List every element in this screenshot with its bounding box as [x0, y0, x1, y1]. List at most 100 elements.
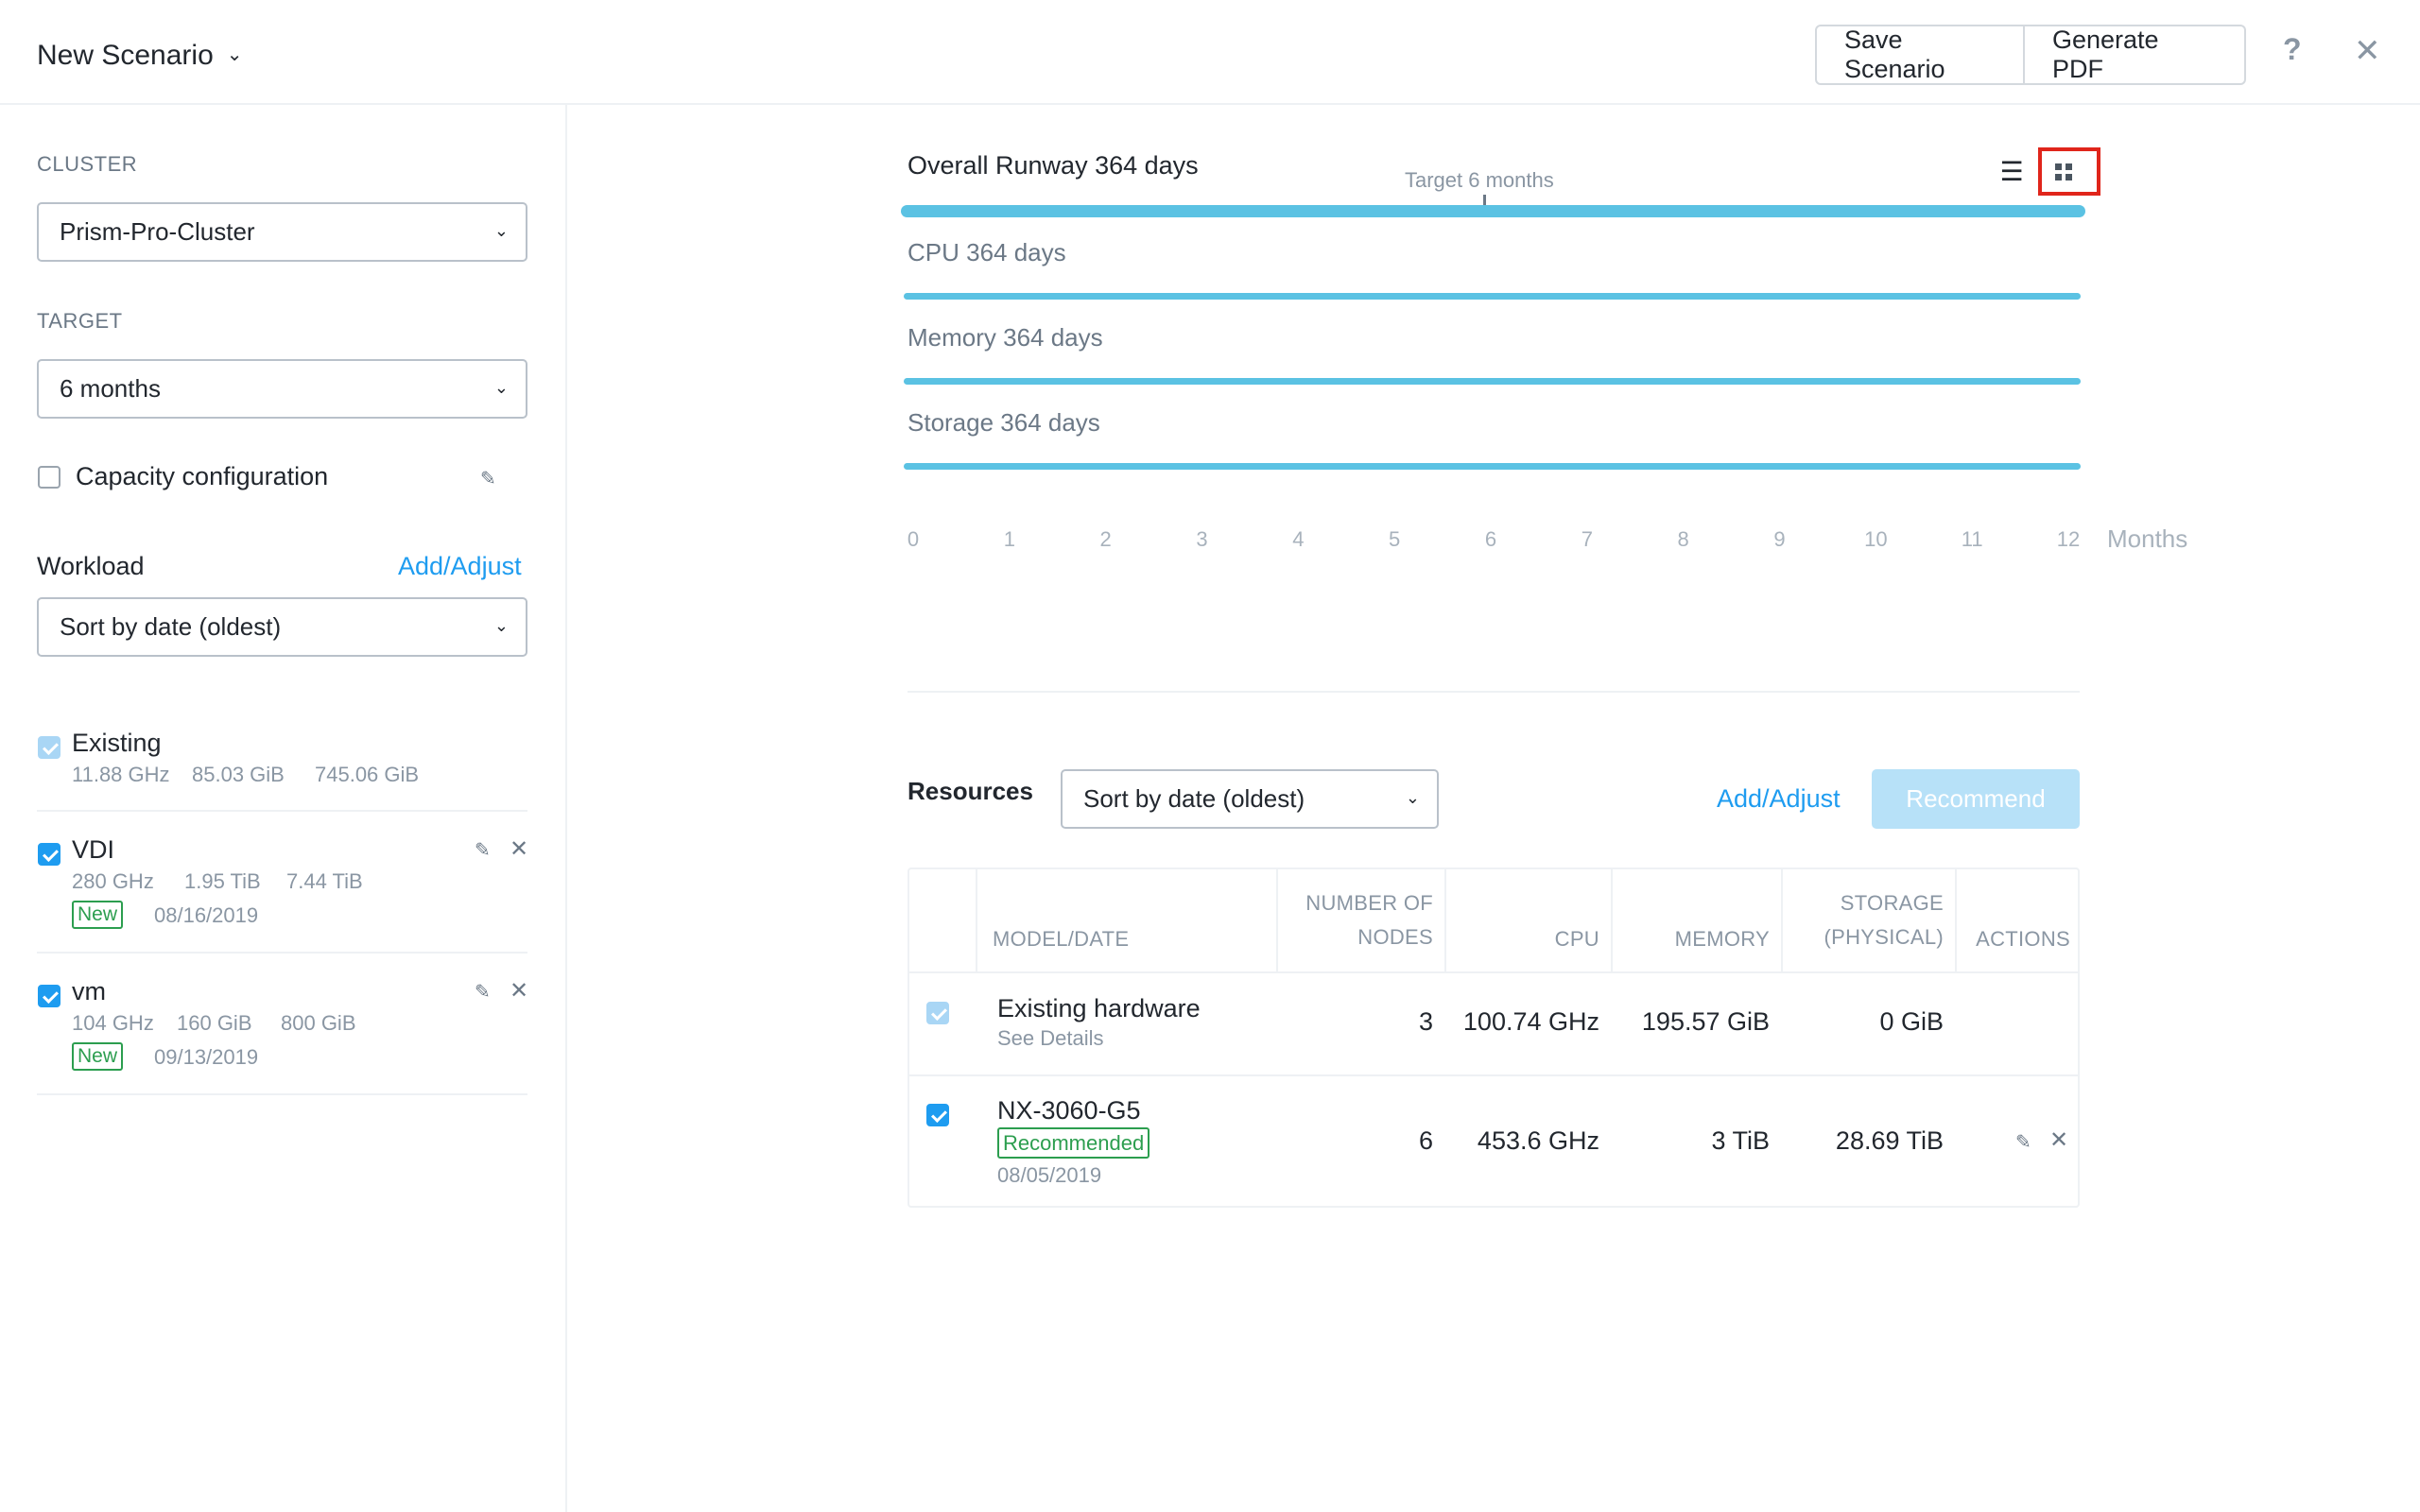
recommend-button[interactable]: Recommend	[1872, 769, 2080, 829]
column-header-actions: ACTIONS	[1976, 927, 2070, 951]
pencil-icon[interactable]: ✎	[2015, 1130, 2031, 1154]
cluster-select-value: Prism-Pro-Cluster	[60, 217, 255, 246]
workload-storage: 7.44 TiB	[286, 869, 363, 893]
save-scenario-button[interactable]: Save Scenario	[1815, 25, 2025, 85]
help-icon[interactable]: ?	[2283, 32, 2302, 67]
close-icon[interactable]: ✕	[2354, 32, 2381, 70]
column-header-nodes-line2: NODES	[1357, 925, 1433, 949]
column-divider	[1781, 869, 1783, 973]
overall-runway-bar	[901, 205, 2085, 217]
scenario-title: New Scenario	[37, 40, 214, 71]
month-tick-label: 11	[1961, 527, 1983, 551]
month-tick-label: 3	[1196, 527, 1208, 551]
row-cpu: 453.6 GHz	[1477, 1126, 1599, 1155]
row-memory: 195.57 GiB	[1641, 1007, 1770, 1036]
resources-table: MODEL/DATE NUMBER OF NODES CPU MEMORY ST…	[908, 868, 2080, 1208]
workload-checkbox[interactable]	[38, 985, 60, 1007]
workload-cpu: 104 GHz	[72, 1011, 154, 1035]
workload-label: Workload	[37, 552, 145, 580]
workload-name: VDI	[72, 835, 115, 864]
resources-add-adjust-link[interactable]: Add/Adjust	[1717, 784, 1841, 814]
row-memory: 3 TiB	[1711, 1126, 1770, 1155]
see-details-link[interactable]: See Details	[997, 1026, 1104, 1051]
row-model: Existing hardware	[997, 994, 1201, 1022]
row-checkbox[interactable]	[926, 1104, 949, 1126]
cpu-runway-bar	[904, 293, 2081, 300]
chevron-down-icon: ⌄	[1405, 788, 1420, 807]
pencil-icon[interactable]: ✎	[475, 980, 491, 1004]
workload-storage: 745.06 GiB	[315, 763, 420, 786]
workload-cpu: 11.88 GHz	[72, 763, 170, 786]
workload-add-adjust-link[interactable]: Add/Adjust	[398, 552, 522, 581]
cluster-select[interactable]: Prism-Pro-Cluster ⌄	[37, 202, 527, 262]
resources-sort-select[interactable]: Sort by date (oldest) ⌄	[1061, 769, 1439, 829]
divider	[37, 810, 527, 812]
column-header-memory: MEMORY	[1674, 927, 1770, 951]
capacity-config-checkbox[interactable]	[38, 466, 60, 489]
month-tick-label: 7	[1581, 527, 1593, 551]
scenario-title-dropdown[interactable]: New Scenario ⌄	[37, 40, 243, 72]
row-date: 08/05/2019	[997, 1163, 1102, 1187]
chevron-down-icon: ⌄	[493, 378, 509, 397]
divider	[908, 691, 2080, 693]
workload-date: 08/16/2019	[154, 903, 259, 927]
delete-icon[interactable]: ✕	[510, 835, 528, 863]
divider	[37, 952, 527, 954]
sidebar: CLUSTER Prism-Pro-Cluster ⌄ TARGET 6 mon…	[0, 105, 567, 1512]
resources-label: Resources	[908, 777, 1033, 805]
cluster-label: CLUSTER	[37, 152, 138, 176]
new-badge: New	[72, 901, 124, 929]
new-badge: New	[72, 1042, 124, 1071]
list-view-icon[interactable]: ☰	[1995, 154, 2029, 188]
row-nodes: 3	[1418, 1007, 1433, 1036]
column-divider	[1276, 869, 1278, 973]
column-divider	[1611, 869, 1613, 973]
month-tick-label: 6	[1484, 527, 1497, 551]
chevron-down-icon: ⌄	[493, 616, 509, 635]
column-header-nodes-line1: NUMBER OF	[1305, 891, 1433, 915]
month-tick-label: 8	[1677, 527, 1689, 551]
column-header-cpu: CPU	[1554, 927, 1599, 951]
header-bar: New Scenario ⌄ Save Scenario Generate PD…	[0, 0, 2420, 105]
workload-memory: 85.03 GiB	[192, 763, 285, 786]
delete-icon[interactable]: ✕	[510, 977, 528, 1005]
target-select[interactable]: 6 months ⌄	[37, 359, 527, 419]
workload-checkbox[interactable]	[38, 843, 60, 866]
target-label: Target 6 months	[1405, 168, 1554, 192]
month-tick-label: 10	[1864, 527, 1888, 551]
row-checkbox	[926, 1002, 949, 1024]
workload-date: 09/13/2019	[154, 1045, 259, 1069]
memory-runway-bar	[904, 378, 2081, 385]
storage-runway-label: Storage 364 days	[908, 408, 1100, 437]
workload-name: vm	[72, 977, 106, 1005]
workload-memory: 1.95 TiB	[184, 869, 261, 893]
month-tick-label: 5	[1389, 527, 1401, 551]
divider	[37, 1093, 527, 1095]
recommended-badge: Recommended	[997, 1127, 1150, 1159]
capacity-config-label: Capacity configuration	[76, 462, 329, 490]
header-button-group: Save Scenario Generate PDF	[1815, 25, 2246, 85]
row-divider	[909, 971, 2078, 973]
month-tick-label: 1	[1003, 527, 1015, 551]
chevron-down-icon: ⌄	[493, 221, 509, 240]
pencil-icon[interactable]: ✎	[480, 467, 496, 490]
pencil-icon[interactable]: ✎	[475, 838, 491, 862]
row-nodes: 6	[1418, 1126, 1433, 1155]
row-storage: 0 GiB	[1879, 1007, 1944, 1036]
generate-pdf-button[interactable]: Generate PDF	[2025, 25, 2246, 85]
delete-icon[interactable]: ✕	[2049, 1126, 2068, 1154]
workload-sort-select[interactable]: Sort by date (oldest) ⌄	[37, 597, 527, 657]
month-tick-label: 2	[1099, 527, 1112, 551]
row-cpu: 100.74 GHz	[1462, 1007, 1599, 1036]
column-header-storage-line2: (PHYSICAL)	[1824, 925, 1944, 949]
month-tick-label: 4	[1292, 527, 1305, 551]
workload-storage: 800 GiB	[281, 1011, 356, 1035]
resources-sort-value: Sort by date (oldest)	[1083, 784, 1305, 813]
month-tick-label: 9	[1773, 527, 1786, 551]
target-select-value: 6 months	[60, 374, 161, 403]
row-storage: 28.69 TiB	[1835, 1126, 1944, 1155]
overall-runway-label: Overall Runway 364 days	[908, 151, 1199, 180]
column-header-storage-line1: STORAGE	[1840, 891, 1944, 915]
workload-checkbox	[38, 736, 60, 759]
column-divider	[1955, 869, 1957, 973]
